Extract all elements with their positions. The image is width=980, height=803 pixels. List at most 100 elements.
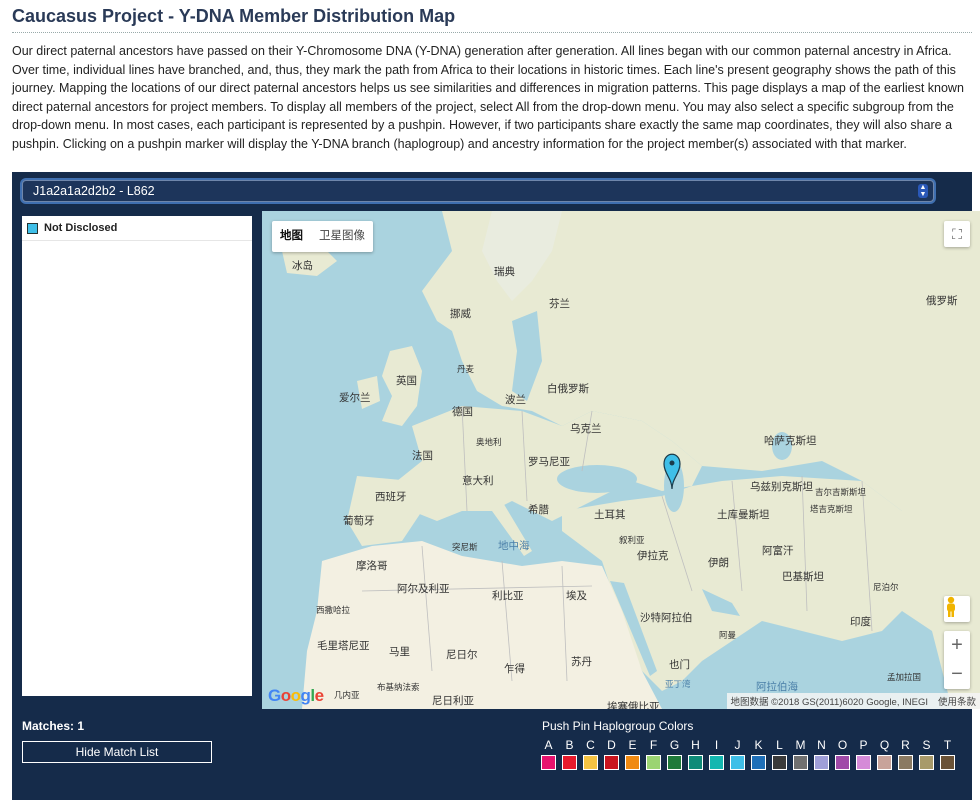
map-label: 乌克兰 — [570, 423, 602, 435]
legend-letter: P — [859, 738, 868, 752]
legend-entry: H — [688, 738, 703, 770]
map-panel: J1a2a1a2d2b2 - L862 ▲ ▼ Not Disclosed 冰岛… — [12, 172, 980, 800]
map-label: 法国 — [412, 450, 433, 462]
legend-letter: O — [837, 738, 848, 752]
legend-color-swatch — [898, 755, 913, 770]
legend-letter: Q — [879, 738, 890, 752]
map-label: 英国 — [396, 375, 417, 387]
legend-entry: T — [940, 738, 955, 770]
map-label: 马里 — [389, 646, 410, 658]
zoom-in-icon[interactable]: + — [951, 631, 963, 660]
legend-color-swatch — [772, 755, 787, 770]
legend-entry: G — [667, 738, 682, 770]
map-label: 突尼斯 — [452, 542, 478, 552]
select-arrows-icon: ▲ ▼ — [918, 184, 928, 198]
street-view-pegman-icon[interactable] — [944, 596, 970, 622]
intro-paragraph: Our direct paternal ancestors have passe… — [12, 44, 964, 151]
zoom-out-icon[interactable]: − — [951, 660, 963, 689]
legend-entry: O — [835, 738, 850, 770]
hide-match-list-button[interactable]: Hide Match List — [22, 741, 212, 763]
google-logo[interactable]: Google — [268, 686, 324, 706]
haplogroup-legend: ABCDEFGHI JKLMNOPQRST — [541, 738, 955, 770]
legend-letter: L — [776, 738, 783, 752]
map-type-satellite-button[interactable]: 卫星图像 — [311, 221, 373, 252]
map-label: 伊拉克 — [637, 550, 669, 562]
map-label: 土库曼斯坦 — [717, 509, 770, 521]
map-label: 阿富汗 — [762, 545, 794, 557]
map-label: 芬兰 — [549, 298, 570, 310]
legend-entry: S — [919, 738, 934, 770]
map-label: 沙特阿拉伯 — [640, 612, 693, 624]
map-label: 哈萨克斯坦 — [764, 435, 817, 447]
zoom-control: + − — [944, 631, 970, 689]
legend-color-swatch — [919, 755, 934, 770]
map-label: 奥地利 — [476, 437, 502, 447]
legend-color-swatch — [940, 755, 955, 770]
legend-color-swatch — [709, 755, 724, 770]
legend-entry: K — [751, 738, 766, 770]
map-label: 尼日利亚 — [432, 695, 474, 707]
legend-entry: A — [541, 738, 556, 770]
legend-letter: K — [754, 738, 763, 752]
legend-color-swatch — [583, 755, 598, 770]
legend-color-swatch — [541, 755, 556, 770]
legend-color-swatch — [814, 755, 829, 770]
map-label: 阿曼 — [719, 630, 737, 640]
subgroup-select[interactable]: J1a2a1a2d2b2 - L862 ▲ ▼ — [22, 180, 934, 202]
map-label: 俄罗斯 — [926, 295, 958, 307]
map-label: 土耳其 — [594, 509, 626, 521]
legend-letter: S — [922, 738, 931, 752]
map-label: 孟加拉国 — [887, 672, 922, 682]
map-label: 吉尔吉斯斯坦 — [815, 487, 867, 497]
legend-color-swatch — [730, 755, 745, 770]
legend-letter: G — [669, 738, 680, 752]
legend-entry: N — [814, 738, 829, 770]
map-label: 也门 — [669, 659, 690, 671]
map-label: 瑞典 — [494, 266, 515, 278]
legend-color-swatch — [856, 755, 871, 770]
list-item[interactable]: Not Disclosed — [22, 216, 252, 241]
page-title: Caucasus Project - Y-DNA Member Distribu… — [12, 6, 456, 26]
subgroup-select-value: J1a2a1a2d2b2 - L862 — [33, 184, 155, 198]
map-label: 希腊 — [528, 504, 549, 516]
legend-color-swatch — [604, 755, 619, 770]
map-label: 西撒哈拉 — [316, 605, 351, 615]
legend-color-swatch — [562, 755, 577, 770]
legend-letter: D — [607, 738, 616, 752]
map-data-attribution: 地图数据 ©2018 GS(2011)6020 Google, INEGI — [730, 697, 928, 708]
map-label: 乌兹别克斯坦 — [750, 481, 813, 493]
map-label: 爱尔兰 — [339, 392, 371, 404]
legend-color-swatch — [793, 755, 808, 770]
map-label: 尼日尔 — [446, 649, 478, 661]
map-label: 冰岛 — [292, 260, 313, 272]
legend-color-swatch — [625, 755, 640, 770]
legend-entry: Q — [877, 738, 892, 770]
legend-letter: A — [544, 738, 553, 752]
map-label: 丹麦 — [457, 364, 475, 374]
legend-title: Push Pin Haplogroup Colors — [542, 719, 694, 733]
fullscreen-icon[interactable]: ⛶ — [944, 221, 970, 247]
list-item-label: Not Disclosed — [44, 222, 118, 234]
map-type-map-button[interactable]: 地图 — [272, 221, 311, 252]
map-label: 阿尔及利亚 — [397, 583, 450, 595]
map-label: 毛里塔尼亚 — [317, 640, 370, 652]
map-attribution: 地图数据 ©2018 GS(2011)6020 Google, INEGI 使用… — [726, 693, 980, 709]
map-label: 波兰 — [505, 394, 526, 406]
map-label: 乍得 — [504, 663, 525, 675]
map-label: 埃塞俄比亚 — [607, 701, 660, 709]
legend-letter: B — [565, 738, 574, 752]
map-label: 德国 — [452, 406, 473, 418]
legend-entry: F — [646, 738, 661, 770]
legend-letter: F — [649, 738, 658, 752]
google-map[interactable]: 冰岛 瑞典 芬兰 挪威 俄罗斯 丹麦 英国 爱尔兰 白俄罗斯 德国 波兰 乌克兰… — [262, 211, 980, 709]
terms-of-use-link[interactable]: 使用条款 — [938, 694, 976, 708]
map-label: 塔吉克斯坦 — [810, 504, 853, 514]
legend-entry: R — [898, 738, 913, 770]
legend-letter: M — [795, 738, 806, 752]
map-label: 摩洛哥 — [356, 560, 388, 572]
map-label: 尼泊尔 — [873, 582, 899, 592]
map-label: 地中海 — [498, 540, 530, 552]
map-label: 巴基斯坦 — [782, 571, 824, 583]
legend-letter: N — [817, 738, 826, 752]
legend-letter: H — [691, 738, 700, 752]
